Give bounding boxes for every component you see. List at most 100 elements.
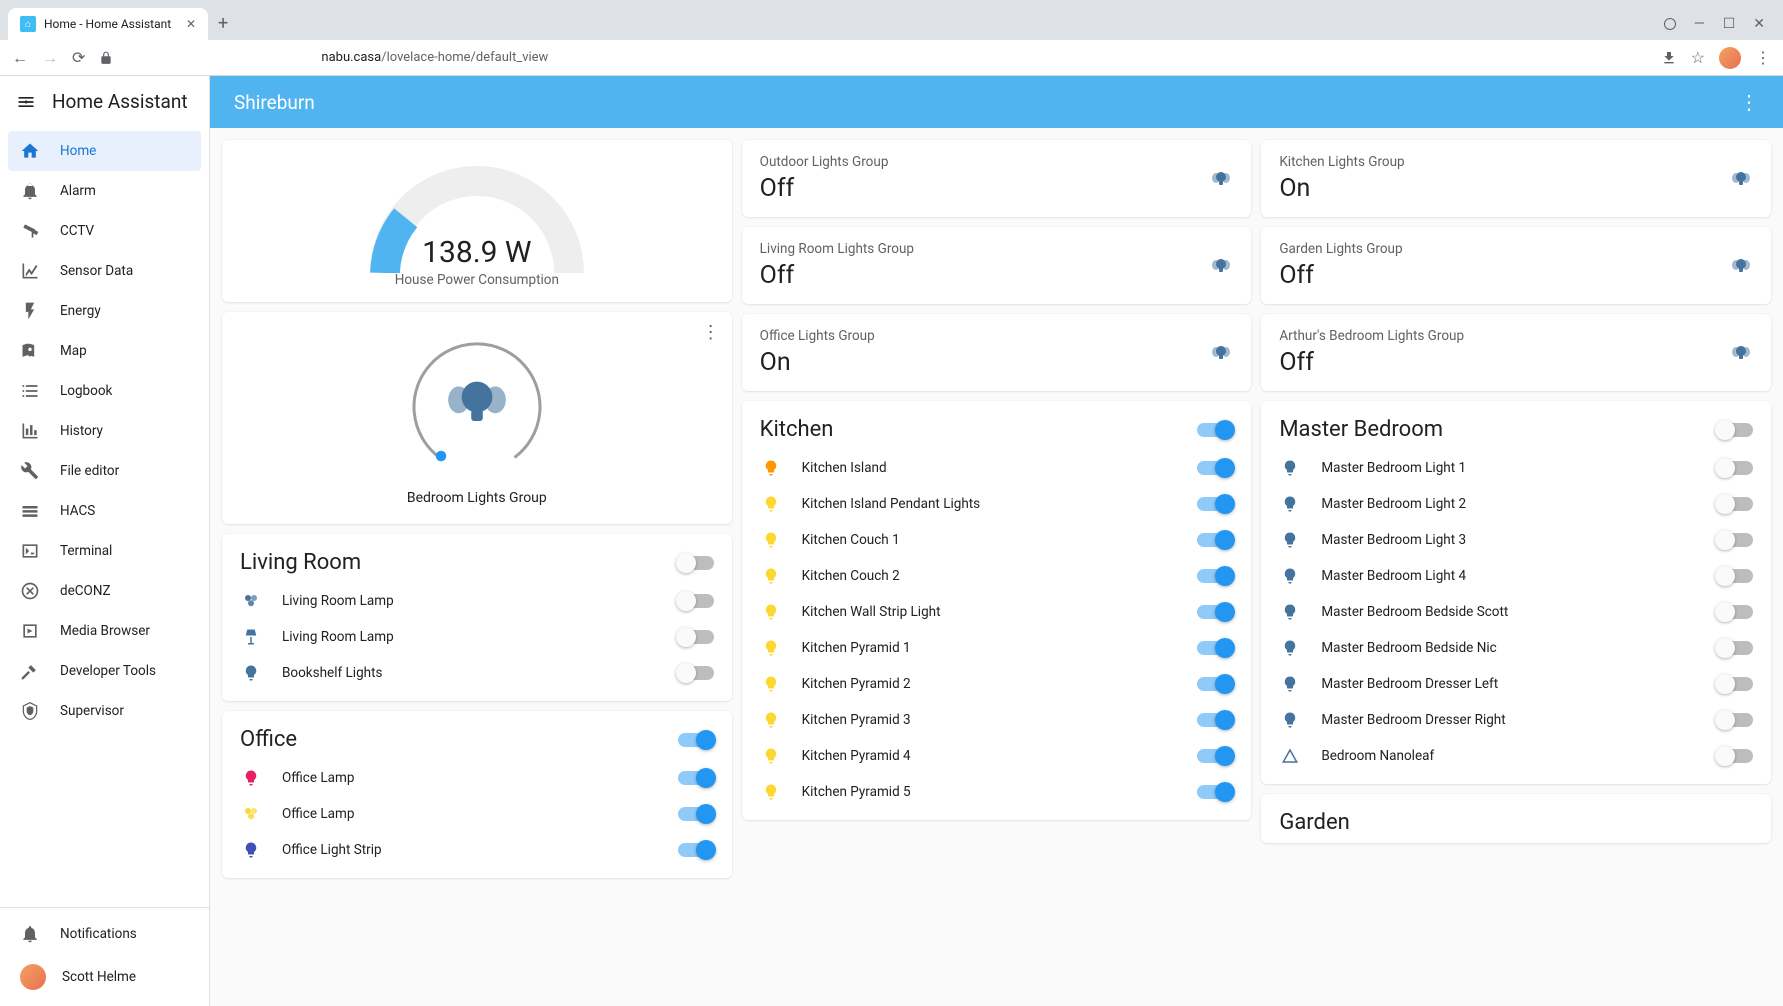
bulb-icon[interactable]	[240, 664, 262, 682]
gauge-card[interactable]: 138.9 W House Power Consumption	[222, 140, 732, 302]
entity-toggle[interactable]	[1197, 497, 1233, 511]
sidebar-item-home[interactable]: Home	[8, 131, 201, 171]
bulb-icon[interactable]	[760, 603, 782, 621]
light-group-icon[interactable]	[1729, 341, 1753, 365]
bulb-icon[interactable]	[760, 711, 782, 729]
bulb-icon[interactable]	[1279, 639, 1301, 657]
account-icon[interactable]	[1664, 18, 1676, 30]
tab-close-icon[interactable]: ✕	[186, 17, 196, 31]
url-input[interactable]: nabu.casa/lovelace-home/default_view	[99, 50, 1646, 65]
header-toggle[interactable]	[1197, 423, 1233, 437]
entity-toggle[interactable]	[1717, 713, 1753, 727]
group-card[interactable]: Arthur's Bedroom Lights GroupOff	[1261, 314, 1771, 391]
sidebar-item-logbook[interactable]: Logbook	[8, 371, 201, 411]
sidebar-item-alarm[interactable]: Alarm	[8, 171, 201, 211]
light-group-icon[interactable]	[1209, 341, 1233, 365]
sidebar-item-media-browser[interactable]: Media Browser	[8, 611, 201, 651]
bulb-icon[interactable]	[1279, 495, 1301, 513]
entity-toggle[interactable]	[1717, 749, 1753, 763]
hue-group-icon[interactable]	[240, 805, 262, 823]
bulb-icon[interactable]	[1279, 531, 1301, 549]
sidebar-item-energy[interactable]: Energy	[8, 291, 201, 331]
bulb-icon[interactable]	[1279, 711, 1301, 729]
bulb-icon[interactable]	[240, 841, 262, 859]
group-card[interactable]: Office Lights GroupOn	[742, 314, 1252, 391]
bulb-icon[interactable]	[1279, 603, 1301, 621]
sidebar-item-deconz[interactable]: deCONZ	[8, 571, 201, 611]
back-icon[interactable]: ←	[12, 48, 28, 68]
light-brightness-arc[interactable]	[402, 330, 552, 480]
sidebar-item-developer-tools[interactable]: Developer Tools	[8, 651, 201, 691]
header-toggle[interactable]	[678, 733, 714, 747]
bulb-icon[interactable]	[760, 639, 782, 657]
entity-toggle[interactable]	[1197, 641, 1233, 655]
entity-toggle[interactable]	[1717, 569, 1753, 583]
entity-toggle[interactable]	[1197, 713, 1233, 727]
bulb-icon[interactable]	[760, 531, 782, 549]
triangle-icon[interactable]	[1279, 747, 1301, 765]
entity-toggle[interactable]	[1197, 785, 1233, 799]
bulb-icon[interactable]	[760, 459, 782, 477]
reload-icon[interactable]: ⟳	[72, 48, 85, 67]
entity-toggle[interactable]	[678, 630, 714, 644]
entity-toggle[interactable]	[1717, 461, 1753, 475]
new-tab-button[interactable]: +	[208, 7, 238, 40]
bulb-icon[interactable]	[1279, 459, 1301, 477]
header-toggle[interactable]	[678, 556, 714, 570]
light-group-icon[interactable]	[1729, 167, 1753, 191]
entity-toggle[interactable]	[1197, 533, 1233, 547]
entity-toggle[interactable]	[678, 843, 714, 857]
entity-toggle[interactable]	[1717, 533, 1753, 547]
entity-toggle[interactable]	[1197, 569, 1233, 583]
lamp-icon[interactable]	[240, 628, 262, 646]
bulb-icon[interactable]	[760, 675, 782, 693]
topbar-menu-icon[interactable]: ⋮	[1739, 90, 1759, 114]
sidebar-item-notifications[interactable]: Notifications	[8, 914, 201, 954]
entity-toggle[interactable]	[1197, 461, 1233, 475]
bulb-icon[interactable]	[1279, 675, 1301, 693]
entity-toggle[interactable]	[1717, 641, 1753, 655]
light-group-icon[interactable]	[1209, 167, 1233, 191]
browser-menu-icon[interactable]: ⋮	[1755, 48, 1771, 67]
card-more-icon[interactable]: ⋮	[702, 322, 720, 343]
light-group-icon[interactable]	[1209, 254, 1233, 278]
entity-toggle[interactable]	[678, 771, 714, 785]
install-icon[interactable]	[1661, 50, 1677, 66]
sidebar-item-terminal[interactable]: Terminal	[8, 531, 201, 571]
sidebar-item-map[interactable]: Map	[8, 331, 201, 371]
entity-toggle[interactable]	[1717, 605, 1753, 619]
sidebar-item-supervisor[interactable]: Supervisor	[8, 691, 201, 731]
minimize-icon[interactable]: —	[1694, 16, 1705, 32]
header-toggle[interactable]	[1717, 423, 1753, 437]
entity-toggle[interactable]	[1717, 497, 1753, 511]
entity-toggle[interactable]	[678, 594, 714, 608]
bulb-icon[interactable]	[760, 495, 782, 513]
entity-toggle[interactable]	[1197, 605, 1233, 619]
entity-toggle[interactable]	[1717, 677, 1753, 691]
light-group-icon[interactable]	[1729, 254, 1753, 278]
forward-icon[interactable]: →	[42, 48, 58, 68]
group-card[interactable]: Living Room Lights GroupOff	[742, 227, 1252, 304]
hue-group-icon[interactable]	[240, 592, 262, 610]
light-card[interactable]: ⋮	[222, 312, 732, 524]
sidebar-item-history[interactable]: History	[8, 411, 201, 451]
sidebar-user[interactable]: Scott Helme	[8, 954, 201, 1000]
bulb-icon[interactable]	[760, 783, 782, 801]
browser-tab[interactable]: ⌂ Home - Home Assistant ✕	[8, 8, 208, 40]
bulb-icon[interactable]	[1279, 567, 1301, 585]
sidebar-item-cctv[interactable]: CCTV	[8, 211, 201, 251]
bulb-icon[interactable]	[760, 567, 782, 585]
entity-toggle[interactable]	[1197, 749, 1233, 763]
sidebar-item-hacs[interactable]: HACS	[8, 491, 201, 531]
group-card[interactable]: Kitchen Lights GroupOn	[1261, 140, 1771, 217]
close-window-icon[interactable]: ✕	[1753, 16, 1765, 32]
group-card[interactable]: Outdoor Lights GroupOff	[742, 140, 1252, 217]
menu-toggle-icon[interactable]	[16, 92, 36, 112]
maximize-icon[interactable]: ☐	[1723, 16, 1736, 32]
bulb-icon[interactable]	[240, 769, 262, 787]
entity-toggle[interactable]	[678, 807, 714, 821]
entity-toggle[interactable]	[1197, 677, 1233, 691]
bulb-icon[interactable]	[760, 747, 782, 765]
sidebar-item-sensor-data[interactable]: Sensor Data	[8, 251, 201, 291]
profile-avatar-icon[interactable]	[1719, 47, 1741, 69]
